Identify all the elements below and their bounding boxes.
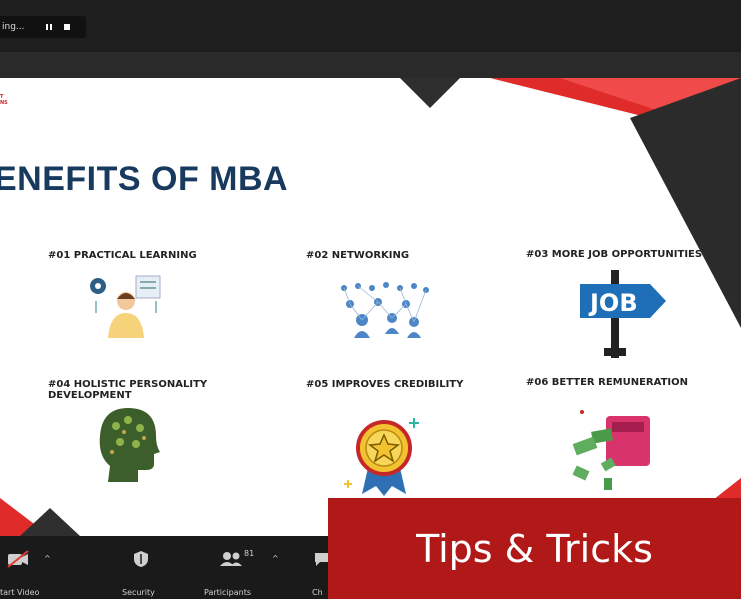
benefit-label-5: #05 IMPROVES CREDIBILITY bbox=[306, 379, 464, 390]
brain-head-icon bbox=[99, 408, 160, 482]
slide-title: ENEFITS OF MBA bbox=[0, 160, 289, 198]
benefit-label-1: #01 PRACTICAL LEARNING bbox=[48, 250, 197, 261]
participants-count: 81 bbox=[244, 549, 255, 558]
recording-status-text: ing... bbox=[2, 22, 25, 32]
slide-logo: T NS bbox=[0, 94, 8, 106]
money-printer-icon bbox=[572, 410, 650, 490]
participants-icon[interactable] bbox=[219, 551, 243, 567]
pause-icon[interactable] bbox=[40, 18, 58, 36]
job-sign-icon: JOB bbox=[580, 270, 666, 358]
benefit-label-6: #06 BETTER REMUNERATION bbox=[526, 377, 688, 388]
benefit-label-4: #04 HOLISTIC PERSONALITY DEVELOPMENT bbox=[48, 379, 208, 401]
participants-options-chevron-icon[interactable]: ^ bbox=[272, 554, 279, 563]
star-medal-icon bbox=[344, 418, 419, 496]
stop-icon[interactable] bbox=[58, 18, 76, 36]
shield-icon[interactable] bbox=[133, 550, 149, 568]
tips-and-tricks-banner: Tips & Tricks bbox=[328, 498, 741, 599]
recording-indicator: ing... bbox=[0, 16, 86, 38]
shared-screen-slide: T NS ENEFITS OF MBA #01 PRACTICAL LEARNI… bbox=[0, 78, 741, 536]
meeting-sub-bar bbox=[0, 52, 741, 78]
person-with-gear-icon bbox=[90, 275, 161, 338]
network-people-icon bbox=[341, 282, 429, 338]
job-sign-text: JOB bbox=[588, 289, 638, 317]
benefit-label-2: #02 NETWORKING bbox=[306, 250, 410, 261]
start-video-button[interactable]: tart Video bbox=[0, 588, 39, 597]
meeting-top-bar: ing... bbox=[0, 0, 741, 52]
video-options-chevron-icon[interactable]: ^ bbox=[44, 554, 51, 563]
chat-button[interactable]: Ch bbox=[312, 588, 323, 597]
benefit-label-3: #03 MORE JOB OPPORTUNITIES bbox=[526, 249, 703, 260]
video-off-icon[interactable] bbox=[6, 550, 30, 568]
participants-button[interactable]: Participants bbox=[204, 588, 251, 597]
security-button[interactable]: Security bbox=[122, 588, 155, 597]
